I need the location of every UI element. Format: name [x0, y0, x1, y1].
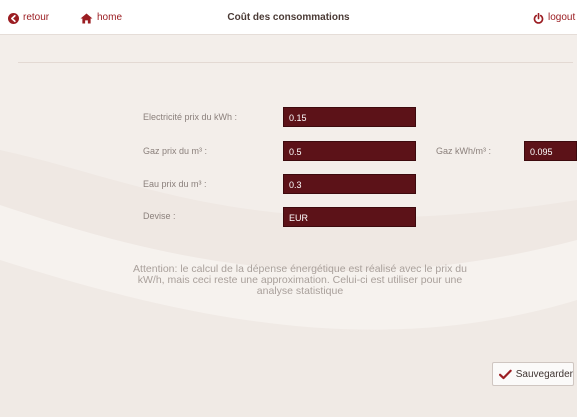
top-bar: retour home Coût des consommations logou… — [0, 0, 577, 35]
power-icon — [533, 12, 544, 24]
approximation-notice: Attention: le calcul de la dépense énerg… — [133, 263, 467, 297]
save-button[interactable]: Sauvegarder — [492, 362, 574, 386]
header-divider — [18, 62, 573, 63]
currency-label: Devise : — [143, 211, 176, 221]
gas-price-label: Gaz prix du m³ : — [143, 146, 208, 156]
checkmark-icon — [499, 369, 512, 379]
logout-label: logout — [548, 12, 576, 23]
water-price-input[interactable]: 0.3 — [283, 174, 416, 194]
gas-kwh-label: Gaz kWh/m³ : — [436, 146, 492, 156]
logout-button[interactable]: logout — [533, 10, 575, 26]
electricity-price-input[interactable]: 0.15 — [283, 107, 416, 127]
electricity-price-label: Electricité prix du kWh : — [143, 112, 238, 122]
save-label: Sauvegarder — [515, 368, 573, 380]
water-price-label: Eau prix du m³ : — [143, 179, 207, 189]
currency-select[interactable]: EUR — [283, 207, 416, 227]
page-title: Coût des consommations — [227, 12, 350, 23]
gas-price-input[interactable]: 0.5 — [283, 141, 416, 161]
gas-kwh-input[interactable]: 0.095 — [524, 141, 577, 161]
